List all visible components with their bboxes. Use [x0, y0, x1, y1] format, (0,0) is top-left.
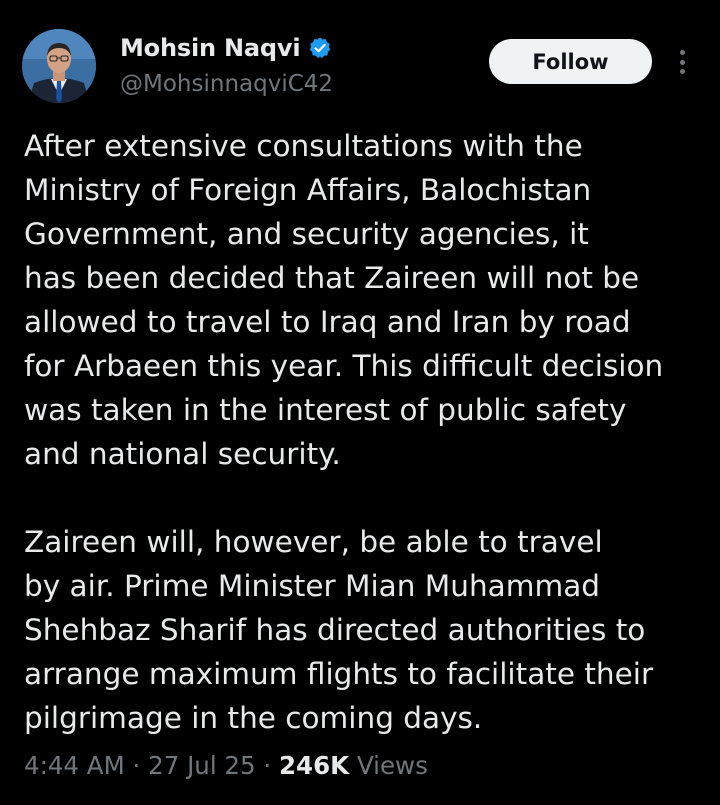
meta-separator: ·: [132, 751, 141, 780]
tweet-line: arrange maximum flights to facilitate th…: [24, 657, 654, 691]
follow-button[interactable]: Follow: [489, 39, 652, 84]
author-name[interactable]: Mohsin Naqvi: [120, 34, 301, 62]
tweet-line: Shehbaz Sharif has directed authorities …: [24, 613, 646, 647]
tweet-line: Government, and security agencies, it: [24, 217, 589, 251]
tweet-line: pilgrimage in the coming days.: [24, 701, 483, 735]
tweet-line: Ministry of Foreign Affairs, Balochistan: [24, 173, 592, 207]
avatar[interactable]: [22, 29, 96, 103]
tweet-text: After extensive consultations with the M…: [24, 124, 714, 740]
meta-separator: ·: [263, 751, 272, 780]
tweet-date[interactable]: 27 Jul 25: [148, 751, 256, 780]
tweet-header: Mohsin Naqvi @MohsinnaqviC42 Follow: [0, 0, 720, 120]
tweet-line: was taken in the interest of public safe…: [24, 393, 627, 427]
tweet-line: has been decided that Zaireen will not b…: [24, 261, 640, 295]
tweet-line: Zaireen will, however, be able to travel: [24, 525, 603, 559]
more-options-icon[interactable]: [670, 46, 694, 78]
more-dot: [679, 69, 685, 74]
more-dot: [679, 59, 685, 65]
views-count[interactable]: 246K: [279, 751, 349, 780]
tweet-line: After extensive consultations with the: [24, 129, 583, 163]
tweet-line: for Arbaeen this year. This difficult de…: [24, 349, 664, 383]
more-dot: [679, 50, 685, 55]
tweet-line: by air. Prime Minister Mian Muhammad: [24, 569, 600, 603]
author-name-row[interactable]: Mohsin Naqvi: [120, 34, 332, 62]
tweet-meta: 4:44 AM · 27 Jul 25 · 246K Views: [24, 751, 428, 780]
verified-badge-icon[interactable]: [308, 36, 332, 60]
author-handle[interactable]: @MohsinnaqviC42: [120, 71, 333, 97]
tweet-line: and national security.: [24, 437, 341, 471]
tweet-line: allowed to travel to Iraq and Iran by ro…: [24, 305, 631, 339]
tweet-time[interactable]: 4:44 AM: [24, 751, 125, 780]
views-label[interactable]: Views: [357, 751, 428, 780]
